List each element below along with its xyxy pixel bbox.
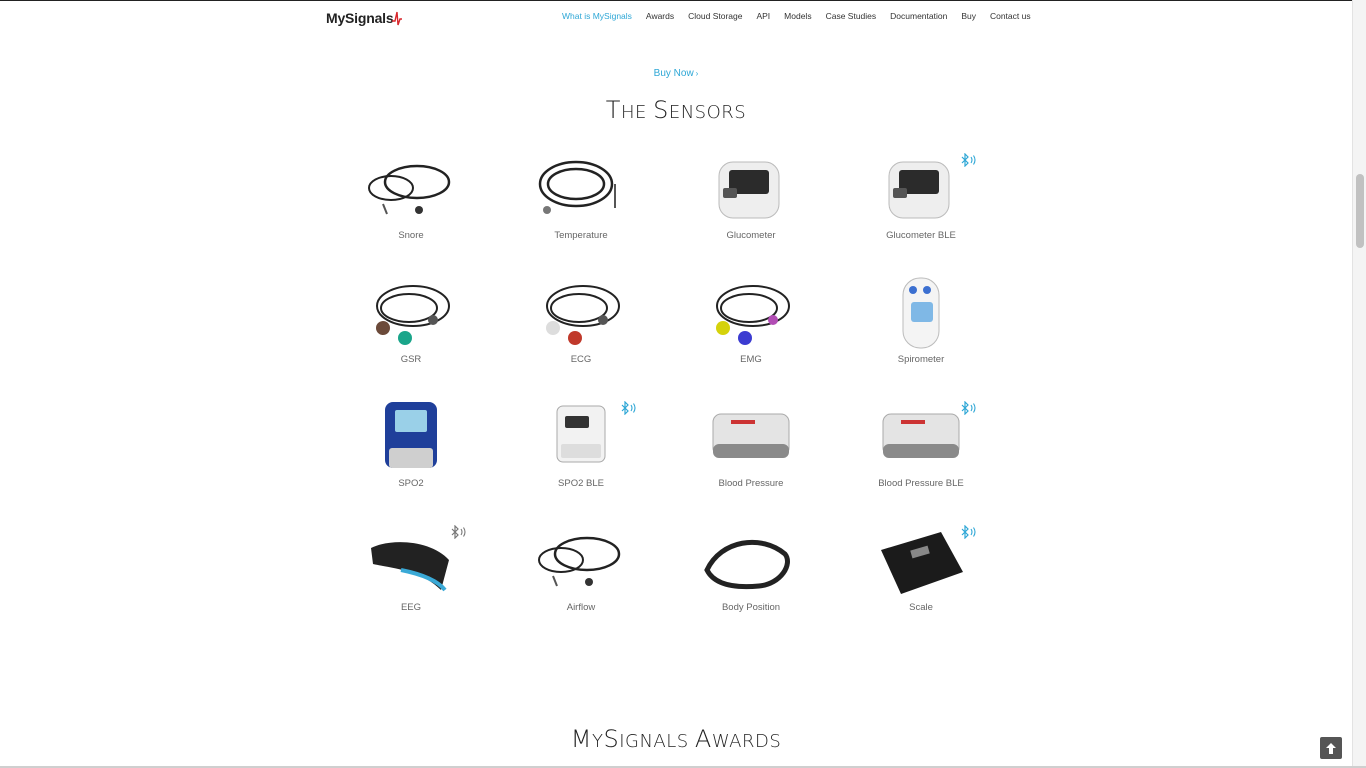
bluetooth-icon: [960, 152, 978, 171]
spo2-ble-icon: [531, 396, 631, 476]
title-rest-1: HE: [620, 102, 654, 123]
vertical-scrollbar[interactable]: [1352, 0, 1366, 766]
sensor-card-snore[interactable]: Snore: [326, 140, 496, 264]
title-rest-2: ENSORS: [668, 102, 747, 123]
bluetooth-icon: [960, 400, 978, 419]
nav-item-buy[interactable]: Buy: [961, 11, 976, 21]
blood-pressure-icon: [701, 396, 801, 476]
sensor-label: EEG: [400, 602, 422, 613]
back-to-top-button[interactable]: [1320, 737, 1342, 759]
nav-item-models[interactable]: Models: [784, 11, 811, 21]
glucometer-icon: [701, 148, 801, 228]
sensor-label: Spirometer: [897, 354, 945, 365]
bluetooth-icon: [450, 524, 468, 543]
sensor-label: SPO2: [398, 478, 424, 489]
arrow-up-icon: [1326, 742, 1336, 754]
bluetooth-icon: [620, 400, 638, 419]
nav-item-what-is-mysignals[interactable]: What is MySignals: [562, 11, 632, 21]
sensor-label: Glucometer: [726, 230, 776, 241]
sensors-section-title: THE SENSORS: [0, 96, 1352, 124]
title-cap-s: S: [653, 96, 669, 124]
nav-item-case-studies[interactable]: Case Studies: [826, 11, 877, 21]
scale-icon: [871, 520, 971, 600]
awards-cap-m: M: [570, 725, 592, 753]
sensor-label: ECG: [570, 354, 592, 365]
nav-item-documentation[interactable]: Documentation: [890, 11, 947, 21]
sensor-card-spo2-ble[interactable]: SPO2 BLE: [496, 388, 666, 512]
heartbeat-logo-icon: [392, 11, 403, 26]
snore-sensor-icon: [361, 148, 461, 228]
spirometer-icon: [871, 272, 971, 352]
nav-item-contact-us[interactable]: Contact us: [990, 11, 1031, 21]
sensor-label: Glucometer BLE: [886, 230, 956, 241]
airflow-sensor-icon: [531, 520, 631, 600]
awards-cap-a: A: [694, 725, 712, 753]
main-menu: What is MySignals Awards Cloud Storage API M…: [562, 11, 1045, 21]
sensor-label: Airflow: [566, 602, 596, 613]
temperature-sensor-icon: [531, 148, 631, 228]
sensor-card-blood-pressure[interactable]: Blood Pressure: [666, 388, 836, 512]
sensor-label: SPO2 BLE: [558, 478, 604, 489]
sensor-card-airflow[interactable]: Airflow: [496, 512, 666, 636]
nav-item-api[interactable]: API: [756, 11, 770, 21]
body-position-sensor-icon: [701, 520, 801, 600]
sensor-label: GSR: [400, 354, 422, 365]
glucometer-ble-icon: [871, 148, 971, 228]
sensor-card-temperature[interactable]: Temperature: [496, 140, 666, 264]
sensor-card-blood-pressure-ble[interactable]: Blood Pressure BLE: [836, 388, 1006, 512]
logo-text: MySignals: [326, 10, 394, 26]
sensor-card-glucometer-ble[interactable]: Glucometer BLE: [836, 140, 1006, 264]
sensor-label: Snore: [398, 230, 424, 241]
buy-now-label: Buy Now: [653, 68, 694, 79]
top-navigation: MySignals What is MySignals Awards Cloud S…: [0, 1, 1352, 31]
nav-item-awards[interactable]: Awards: [646, 11, 674, 21]
sensor-card-gsr[interactable]: GSR: [326, 264, 496, 388]
ecg-sensor-icon: [531, 272, 631, 352]
sensors-grid: Snore Temperature Glucometer Glucometer BLE…: [326, 140, 1006, 636]
sensor-card-body-position[interactable]: Body Position: [666, 512, 836, 636]
awards-wards: WARDS: [711, 731, 782, 752]
gsr-sensor-icon: [361, 272, 461, 352]
sensor-label: Scale: [909, 602, 933, 613]
bluetooth-icon: [960, 524, 978, 543]
sensor-card-ecg[interactable]: ECG: [496, 264, 666, 388]
chevron-right-icon: ›: [695, 69, 699, 78]
sensor-card-spo2[interactable]: SPO2: [326, 388, 496, 512]
awards-ignals: IGNALS: [619, 731, 695, 752]
blood-pressure-ble-icon: [871, 396, 971, 476]
sensor-label: EMG: [740, 354, 762, 365]
sensor-card-eeg[interactable]: EEG: [326, 512, 496, 636]
sensor-label: Body Position: [721, 602, 781, 613]
sensor-label: Blood Pressure: [718, 478, 784, 489]
buy-now-link[interactable]: Buy Now ›: [0, 68, 1352, 79]
sensor-label: Temperature: [554, 230, 608, 241]
awards-cap-s: S: [603, 725, 620, 753]
spo2-sensor-icon: [361, 396, 461, 476]
sensor-card-glucometer[interactable]: Glucometer: [666, 140, 836, 264]
awards-section-title: MYSIGNALS AWARDS: [0, 725, 1352, 753]
eeg-headband-icon: [361, 520, 461, 600]
sensor-card-spirometer[interactable]: Spirometer: [836, 264, 1006, 388]
sensor-label: Blood Pressure BLE: [878, 478, 964, 489]
sensor-card-scale[interactable]: Scale: [836, 512, 1006, 636]
scrollbar-thumb[interactable]: [1356, 174, 1364, 248]
sensor-card-emg[interactable]: EMG: [666, 264, 836, 388]
emg-sensor-icon: [701, 272, 801, 352]
awards-y: Y: [591, 731, 604, 752]
title-cap-t: T: [605, 96, 621, 124]
nav-item-cloud-storage[interactable]: Cloud Storage: [688, 11, 742, 21]
mysignals-logo[interactable]: MySignals: [326, 8, 403, 26]
